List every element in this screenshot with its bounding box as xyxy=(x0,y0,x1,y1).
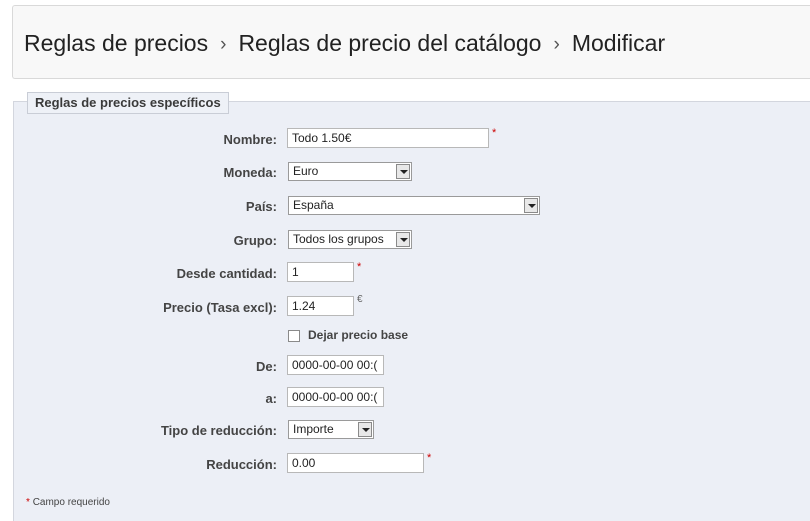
tipo-reduccion-row: Tipo de reducción: Importe xyxy=(0,419,810,443)
grupo-label: Grupo: xyxy=(233,233,277,248)
chevron-down-icon[interactable] xyxy=(396,164,410,179)
pais-label: País: xyxy=(245,199,277,214)
required-note-text: Campo requerido xyxy=(32,497,110,508)
moneda-select[interactable]: Euro xyxy=(288,162,412,181)
tipo-reduccion-label: Tipo de reducción: xyxy=(160,423,277,438)
dejar-precio-base-row: Dejar precio base xyxy=(0,327,810,351)
fieldset-legend: Reglas de precios específicos xyxy=(27,92,229,114)
reduccion-input[interactable]: 0.00 xyxy=(287,453,424,473)
chevron-right-icon: › xyxy=(220,34,227,55)
reduccion-label: Reducción: xyxy=(206,457,277,472)
required-mark: * xyxy=(357,261,362,273)
pais-select-value: España xyxy=(293,198,334,212)
desde-cantidad-row: Desde cantidad: 1 * xyxy=(0,261,810,286)
grupo-select-value: Todos los grupos xyxy=(293,232,384,246)
moneda-row: Moneda: Euro xyxy=(0,161,810,185)
dejar-precio-base-checkbox[interactable] xyxy=(288,330,300,342)
required-star: * xyxy=(26,497,30,508)
tipo-reduccion-select[interactable]: Importe xyxy=(288,420,374,439)
de-row: De: 0000-00-00 00:( xyxy=(0,355,810,379)
grupo-row: Grupo: Todos los grupos xyxy=(0,229,810,253)
nombre-row: Nombre: Todo 1.50€ * xyxy=(0,127,810,152)
required-note: * Campo requerido xyxy=(26,497,110,508)
desde-cantidad-input[interactable]: 1 xyxy=(287,262,354,282)
pais-row: País: España xyxy=(0,195,810,219)
precio-row: Precio (Tasa excl): 1.24 € xyxy=(0,294,810,320)
nombre-label: Nombre: xyxy=(223,132,277,147)
a-label: a: xyxy=(265,391,277,406)
chevron-down-icon[interactable] xyxy=(396,232,410,247)
page-header: Reglas de precios › Reglas de precio del c… xyxy=(12,5,810,79)
breadcrumb: Reglas de precios › Reglas de precio del c… xyxy=(24,30,665,57)
currency-unit: € xyxy=(357,294,363,305)
pais-select[interactable]: España xyxy=(288,196,540,215)
de-date-input[interactable]: 0000-00-00 00:( xyxy=(287,355,384,375)
tipo-reduccion-select-value: Importe xyxy=(293,422,334,436)
desde-cantidad-label: Desde cantidad: xyxy=(176,266,277,281)
precio-label: Precio (Tasa excl): xyxy=(163,300,277,315)
reduccion-row: Reducción: 0.00 * xyxy=(0,452,810,477)
de-label: De: xyxy=(256,359,277,374)
a-row: a: 0000-00-00 00:( xyxy=(0,387,810,411)
chevron-down-icon[interactable] xyxy=(524,198,538,213)
precio-input[interactable]: 1.24 xyxy=(287,296,354,316)
grupo-select[interactable]: Todos los grupos xyxy=(288,230,412,249)
dejar-precio-base-label[interactable]: Dejar precio base xyxy=(308,328,408,342)
moneda-select-value: Euro xyxy=(293,164,319,178)
a-date-input[interactable]: 0000-00-00 00:( xyxy=(287,387,384,407)
nombre-input[interactable]: Todo 1.50€ xyxy=(287,128,489,148)
moneda-label: Moneda: xyxy=(223,165,277,180)
required-mark: * xyxy=(427,452,432,464)
breadcrumb-item-modificar: Modificar xyxy=(571,30,666,56)
chevron-right-icon: › xyxy=(553,34,560,55)
required-mark: * xyxy=(492,127,497,139)
breadcrumb-item-reglas-catalogo[interactable]: Reglas de precio del catálogo xyxy=(238,30,541,56)
breadcrumb-item-reglas-precios[interactable]: Reglas de precios xyxy=(24,30,208,56)
chevron-down-icon[interactable] xyxy=(358,422,372,437)
